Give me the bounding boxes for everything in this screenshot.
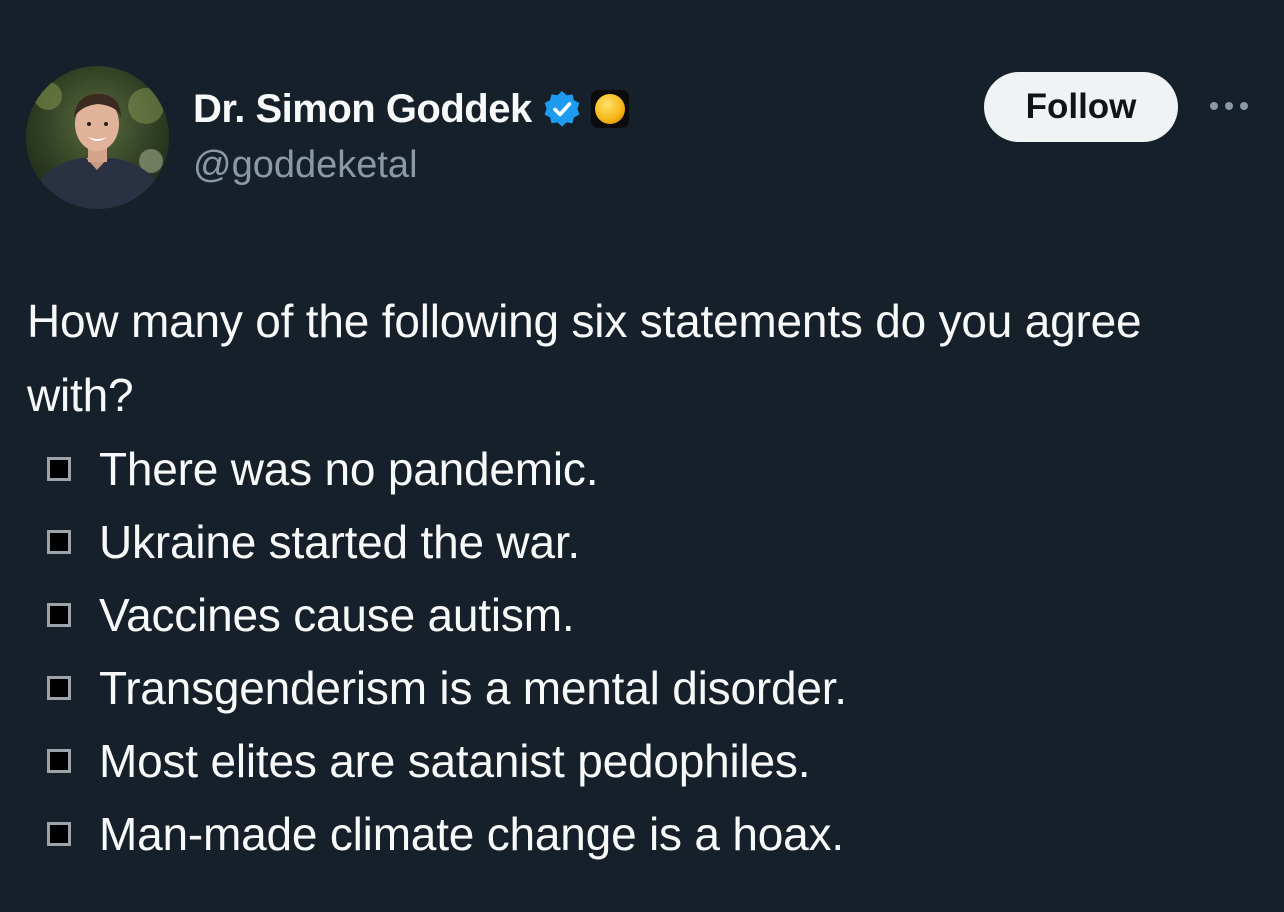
more-dots-icon <box>1210 102 1248 110</box>
statement-text: Transgenderism is a mental disorder. <box>99 661 847 714</box>
list-item: There was no pandemic. <box>27 432 847 505</box>
black-small-square-icon <box>47 821 71 846</box>
statement-text: There was no pandemic. <box>99 442 599 495</box>
statement-text: Ukraine started the war. <box>99 515 580 568</box>
follow-button[interactable]: Follow <box>984 72 1178 142</box>
tweet-text: How many of the following six statements… <box>27 295 1142 421</box>
black-small-square-icon <box>47 748 71 773</box>
list-item: Ukraine started the war. <box>27 505 847 578</box>
list-item: Vaccines cause autism. <box>27 578 847 651</box>
avatar-image <box>26 66 169 209</box>
statement-text: Man-made climate change is a hoax. <box>99 807 844 860</box>
author-display-name[interactable]: Dr. Simon Goddek <box>193 87 532 132</box>
statement-list: There was no pandemic. Ukraine started t… <box>27 432 847 870</box>
list-item: Transgenderism is a mental disorder. <box>27 651 847 724</box>
tweet-card: Dr. Simon Goddek @goddeketal Follow How … <box>0 0 1284 912</box>
avatar[interactable] <box>26 66 169 209</box>
black-small-square-icon <box>47 456 71 481</box>
statement-text: Most elites are satanist pedophiles. <box>99 734 811 787</box>
verified-checkmark-icon[interactable] <box>542 89 582 129</box>
author-name-row: Dr. Simon Goddek <box>193 84 630 134</box>
list-item: Man-made climate change is a hoax. <box>27 797 847 870</box>
black-small-square-icon <box>47 602 71 627</box>
more-options-button[interactable] <box>1204 86 1254 126</box>
author-handle[interactable]: @goddeketal <box>193 144 418 187</box>
list-item: Most elites are satanist pedophiles. <box>27 724 847 797</box>
yellow-circle-emoji-icon <box>590 89 630 129</box>
black-small-square-icon <box>47 675 71 700</box>
statement-text: Vaccines cause autism. <box>99 588 575 641</box>
black-small-square-icon <box>47 529 71 554</box>
